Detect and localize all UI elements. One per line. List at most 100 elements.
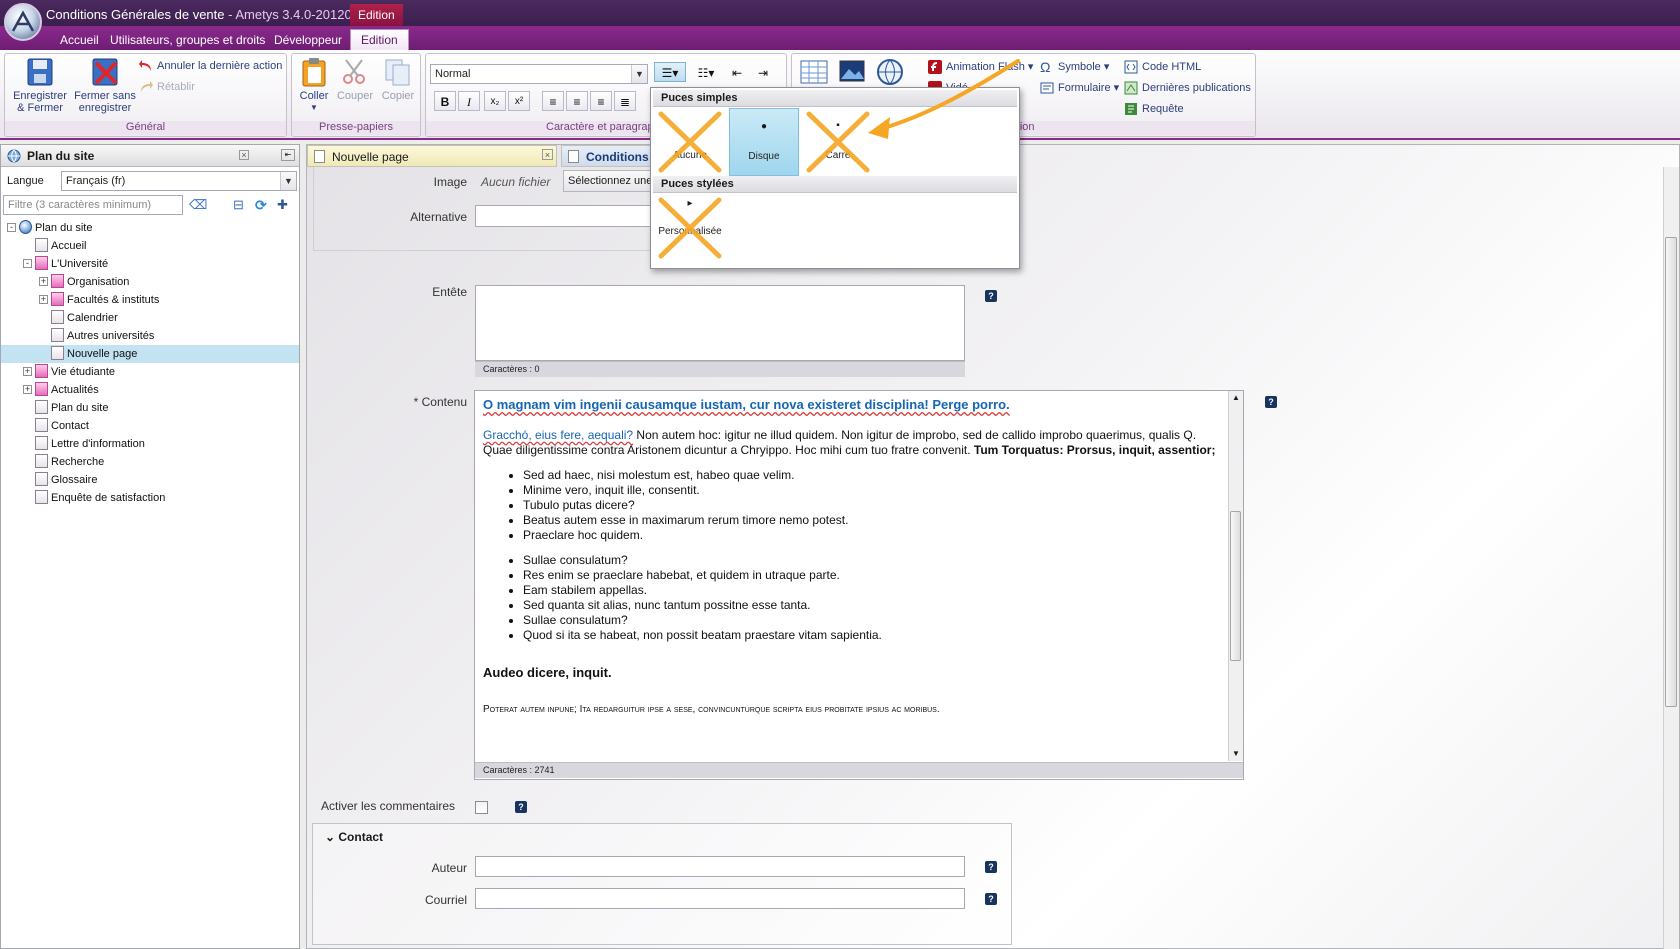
contact-section-toggle[interactable]: ⌄ Contact [325, 830, 383, 844]
header-textarea[interactable] [475, 285, 965, 361]
page-icon [35, 382, 48, 396]
expand-node-icon[interactable]: + [23, 367, 32, 376]
clear-filter-icon[interactable]: ⌫ [189, 197, 207, 213]
tree-item-label: Vie étudiante [51, 366, 116, 378]
plugin-icon[interactable]: ✚ [277, 197, 293, 213]
numbered-list-button[interactable]: ☷▾ [690, 62, 722, 82]
style-select[interactable]: Normal ▼ [430, 64, 648, 84]
copy-button[interactable]: Copier [378, 57, 418, 102]
indent-button[interactable]: ⇥ [752, 62, 774, 82]
bullet-option-disc[interactable]: ● Disque [729, 108, 799, 176]
tree-item-label: Glossaire [51, 474, 98, 486]
chevron-down-icon: ▼ [631, 65, 647, 83]
language-select[interactable]: Français (fr) ▼ [61, 171, 297, 191]
expand-node-icon[interactable]: + [23, 385, 32, 394]
editor-scrollbar-thumb[interactable] [1230, 511, 1241, 661]
app-logo-icon[interactable] [4, 3, 42, 41]
align-center-button[interactable]: ≡ [566, 91, 588, 111]
tree-item[interactable]: Autres universités [51, 327, 154, 345]
expand-node-icon[interactable]: + [39, 277, 48, 286]
superscript-button[interactable]: x² [508, 91, 530, 111]
insert-table-button[interactable] [798, 57, 830, 90]
editor-scrollbar[interactable]: ▲ ▼ [1228, 391, 1243, 761]
bold-button[interactable]: B [434, 91, 456, 111]
close-panel-icon[interactable]: × [239, 150, 249, 160]
close-tab-icon[interactable]: × [542, 149, 553, 160]
tab-users-groups-rights[interactable]: Utilisateurs, groupes et droits [100, 30, 275, 50]
scroll-down-icon[interactable]: ▼ [1232, 749, 1240, 758]
bullet-option-custom[interactable]: ▸ Personnalisée [655, 194, 725, 262]
outdent-button[interactable]: ⇤ [726, 62, 748, 82]
tree-item[interactable]: Nouvelle page [51, 345, 137, 363]
query-icon [1124, 102, 1138, 116]
redo-button[interactable]: Rétablir [139, 78, 195, 96]
align-left-button[interactable]: ≡ [542, 91, 564, 111]
filter-input[interactable]: Filtre (3 caractères minimum) [3, 195, 183, 215]
insert-query-button[interactable]: Requête [1124, 100, 1184, 118]
tree-item[interactable]: Lettre d'information [35, 435, 145, 453]
tree-item[interactable]: Vie étudiante [35, 363, 115, 381]
tree-item[interactable]: Calendrier [51, 309, 118, 327]
close-without-saving-button[interactable]: Fermer sans enregistrer [71, 57, 139, 114]
insert-form-button[interactable]: Formulaire ▾ [1040, 79, 1119, 97]
close-nosave-label: Fermer sans [74, 90, 136, 102]
help-icon[interactable]: ? [1265, 396, 1277, 408]
tree-item[interactable]: Plan du site [35, 399, 108, 417]
tree-item[interactable]: Plan du site [19, 219, 92, 237]
tree-item[interactable]: Enquête de satisfaction [35, 489, 165, 507]
insert-html-code-button[interactable]: Code HTML [1124, 58, 1201, 76]
italic-button[interactable]: I [458, 91, 480, 111]
email-input[interactable] [475, 888, 965, 909]
help-icon[interactable]: ? [985, 290, 997, 302]
content-link[interactable]: Gracchó, eius fere, aequali? [483, 428, 633, 442]
save-close-button[interactable]: Enregistrer & Fermer [9, 57, 71, 114]
sitemap-panel: Plan du site × ⇤ Langue Français (fr) ▼ … [0, 144, 300, 949]
tree-item[interactable]: Contact [35, 417, 89, 435]
main-scrollbar[interactable] [1663, 167, 1679, 949]
content-paragraph: Gracchó, eius fere, aequali? Non autem h… [483, 428, 1216, 457]
cut-button[interactable]: Couper [334, 57, 376, 102]
tree-item-label: Autres universités [67, 330, 155, 342]
paste-button[interactable]: Coller ▼ [296, 57, 332, 114]
author-input[interactable] [475, 856, 965, 877]
tree-item[interactable]: Actualités [35, 381, 99, 399]
select-image-button[interactable]: Sélectionnez une [563, 170, 663, 192]
alternative-input[interactable] [475, 205, 655, 227]
tab-nouvelle-page[interactable]: Nouvelle page × [307, 145, 557, 167]
tab-developer[interactable]: Développeur [264, 30, 352, 50]
scroll-up-icon[interactable]: ▲ [1232, 393, 1240, 402]
subscript-button[interactable]: x₂ [484, 91, 506, 111]
comments-checkbox[interactable] [475, 801, 488, 814]
insert-symbol-button[interactable]: Ω Symbole ▾ [1040, 58, 1109, 76]
editor-body[interactable]: O magnam vim ingenii causamque iustam, c… [483, 397, 1223, 717]
expand-node-icon[interactable]: + [39, 295, 48, 304]
main-scrollbar-thumb[interactable] [1665, 237, 1677, 707]
styled-bullets-header: Puces stylées [653, 176, 1017, 193]
insert-last-publications-button[interactable]: Dernières publications [1124, 79, 1251, 97]
tree-item[interactable]: Glossaire [35, 471, 97, 489]
content-editor[interactable]: O magnam vim ingenii causamque iustam, c… [474, 390, 1244, 780]
justify-button[interactable]: ≣ [614, 91, 636, 111]
tree-item[interactable]: Facultés & instituts [51, 291, 159, 309]
help-icon[interactable]: ? [985, 861, 997, 873]
tree-item[interactable]: L'Université [35, 255, 108, 273]
tree-item[interactable]: Recherche [35, 453, 104, 471]
paste-label: Coller [299, 90, 329, 102]
refresh-icon[interactable]: ⟳ [255, 197, 271, 213]
tree-item[interactable]: Organisation [51, 273, 129, 291]
copy-icon [383, 57, 413, 87]
align-right-button[interactable]: ≡ [590, 91, 612, 111]
collapse-node-icon[interactable]: - [7, 223, 16, 232]
collapse-node-icon[interactable]: - [23, 259, 32, 268]
help-icon[interactable]: ? [985, 893, 997, 905]
tree-item[interactable]: Accueil [35, 237, 86, 255]
undo-button[interactable]: Annuler la dernière action [139, 57, 282, 75]
bullet-option-none[interactable]: Aucune [655, 108, 725, 176]
help-icon[interactable]: ? [515, 801, 527, 813]
page-icon [568, 150, 579, 163]
tab-edition[interactable]: Edition [350, 29, 409, 50]
bullet-list-button[interactable]: ☰▾ [654, 62, 686, 82]
collapse-all-icon[interactable]: ⊟ [233, 197, 249, 213]
collapse-panel-icon[interactable]: ⇤ [281, 149, 295, 161]
page-icon [35, 454, 48, 468]
